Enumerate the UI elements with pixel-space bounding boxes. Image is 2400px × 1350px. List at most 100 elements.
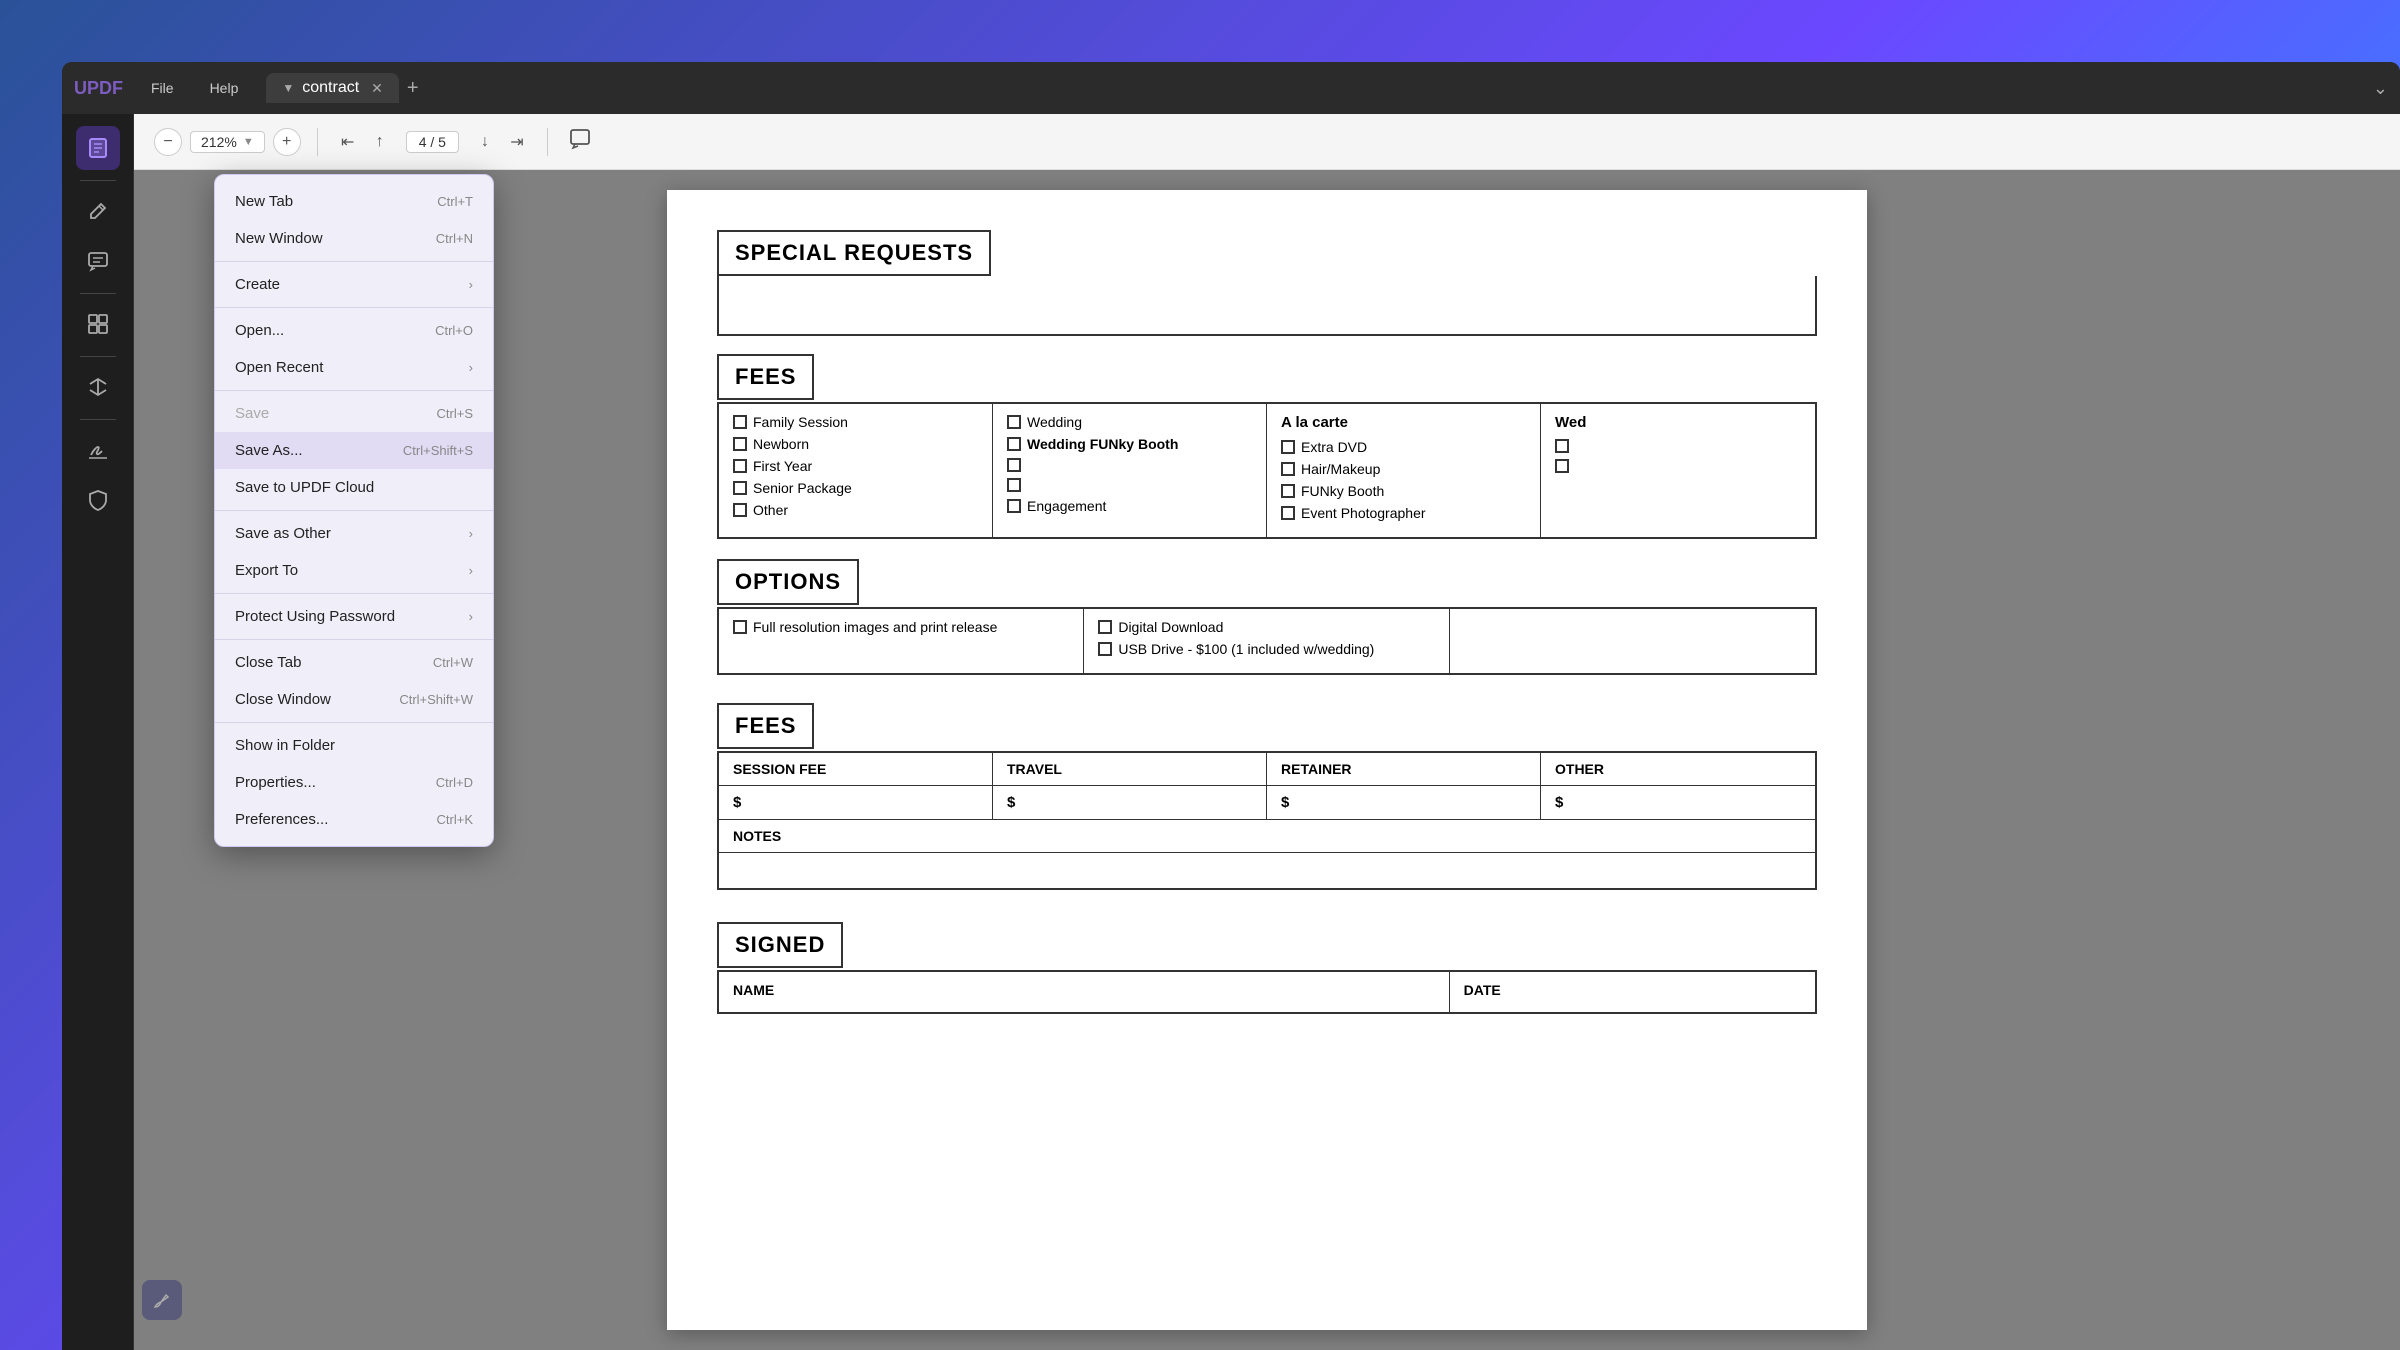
- menu-item-close-window[interactable]: Close Window Ctrl+Shift+W: [215, 681, 493, 718]
- nav-first-button[interactable]: ⇤: [334, 128, 362, 156]
- file-menu-button[interactable]: File: [135, 74, 190, 102]
- zoom-display[interactable]: 212% ▼: [190, 131, 265, 153]
- menu-item-protect-password[interactable]: Protect Using Password ›: [215, 598, 493, 635]
- menu-item-new-tab[interactable]: New Tab Ctrl+T: [215, 183, 493, 220]
- zoom-out-button[interactable]: −: [154, 128, 182, 156]
- funky-booth-label: FUNky Booth: [1301, 483, 1384, 499]
- checkbox-senior[interactable]: [733, 481, 747, 495]
- comment-button[interactable]: [564, 126, 596, 158]
- menu-shortcut: Ctrl+O: [435, 323, 473, 338]
- fees-header-session: SESSION FEE: [719, 753, 993, 785]
- menu-item-show-in-folder[interactable]: Show in Folder: [215, 727, 493, 764]
- page-separator: /: [430, 134, 438, 150]
- menu-item-label: Export To: [235, 562, 298, 579]
- check-label: Extra DVD: [1301, 439, 1367, 455]
- signed-name-cell: NAME: [719, 972, 1450, 1012]
- check-row: USB Drive - $100 (1 included w/wedding): [1098, 641, 1434, 657]
- checkbox-full-res[interactable]: [733, 620, 747, 634]
- menu-item-create[interactable]: Create ›: [215, 266, 493, 303]
- check-label: USB Drive - $100 (1 included w/wedding): [1118, 641, 1374, 657]
- sidebar-icon-convert[interactable]: [76, 365, 120, 409]
- nav-last-button[interactable]: ⇥: [503, 128, 531, 156]
- checkbox-wed1[interactable]: [1555, 439, 1569, 453]
- check-row: Wedding: [1007, 414, 1252, 430]
- signed-grid: NAME DATE: [717, 970, 1817, 1014]
- chevron-right-icon: ›: [469, 563, 473, 578]
- menu-item-save-as[interactable]: Save As... Ctrl+Shift+S: [215, 432, 493, 469]
- fees-value-row: $ $ $ $: [719, 786, 1815, 820]
- checkbox-hair[interactable]: [1281, 462, 1295, 476]
- check-label: First Year: [753, 458, 812, 474]
- fees-header-other: OTHER: [1541, 753, 1815, 785]
- add-tab-button[interactable]: +: [407, 77, 419, 100]
- checkbox-wedding-funky[interactable]: [1007, 437, 1021, 451]
- sidebar-divider: [80, 419, 116, 420]
- menu-divider: [215, 593, 493, 594]
- menu-divider: [215, 390, 493, 391]
- checkbox-first-year[interactable]: [733, 459, 747, 473]
- fees-bottom-grid: SESSION FEE TRAVEL RETAINER OTHER $ $ $ …: [717, 751, 1817, 890]
- fees-value-session: $: [719, 786, 993, 819]
- checkbox-other[interactable]: [733, 503, 747, 517]
- checkbox-event-photo[interactable]: [1281, 506, 1295, 520]
- menu-item-preferences[interactable]: Preferences... Ctrl+K: [215, 801, 493, 838]
- menu-item-new-window[interactable]: New Window Ctrl+N: [215, 220, 493, 257]
- help-menu-button[interactable]: Help: [194, 74, 255, 102]
- sidebar-icon-organize[interactable]: [76, 302, 120, 346]
- menu-item-label: Open Recent: [235, 359, 323, 376]
- sidebar-icon-protect[interactable]: [76, 478, 120, 522]
- checkbox-blank2[interactable]: [1007, 478, 1021, 492]
- menu-item-properties[interactable]: Properties... Ctrl+D: [215, 764, 493, 801]
- brush-icon[interactable]: [142, 1280, 182, 1320]
- nav-next-button[interactable]: ↓: [471, 128, 499, 156]
- menu-shortcut: Ctrl+Shift+S: [403, 443, 473, 458]
- tab-close-button[interactable]: ✕: [371, 80, 383, 97]
- fees-col-1: Family Session Newborn First Year: [719, 404, 993, 537]
- check-row: [1555, 439, 1801, 453]
- menu-item-save[interactable]: Save Ctrl+S: [215, 395, 493, 432]
- sidebar-icon-edit[interactable]: [76, 189, 120, 233]
- zoom-in-button[interactable]: +: [273, 128, 301, 156]
- menu-item-save-as-other[interactable]: Save as Other ›: [215, 515, 493, 552]
- menu-item-export-to[interactable]: Export To ›: [215, 552, 493, 589]
- check-row: Wedding FUNky Booth: [1007, 436, 1252, 452]
- checkbox-funky-booth[interactable]: [1281, 484, 1295, 498]
- menu-item-label: New Window: [235, 230, 323, 247]
- checkbox-engagement[interactable]: [1007, 499, 1021, 513]
- checkbox-usb[interactable]: [1098, 642, 1112, 656]
- checkbox-wedding[interactable]: [1007, 415, 1021, 429]
- fees-col-4: Wed: [1541, 404, 1815, 537]
- sidebar-icon-comment[interactable]: [76, 239, 120, 283]
- sidebar-icon-reader[interactable]: [76, 126, 120, 170]
- checkbox-family[interactable]: [733, 415, 747, 429]
- menu-item-open[interactable]: Open... Ctrl+O: [215, 312, 493, 349]
- check-label: Senior Package: [753, 480, 852, 496]
- menu-item-open-recent[interactable]: Open Recent ›: [215, 349, 493, 386]
- check-row: Hair/Makeup: [1281, 461, 1526, 477]
- sidebar-icon-sign[interactable]: [76, 428, 120, 472]
- nav-prev-button[interactable]: ↑: [366, 128, 394, 156]
- menu-item-label: Create: [235, 276, 280, 293]
- checkbox-newborn[interactable]: [733, 437, 747, 451]
- checkbox-dvd[interactable]: [1281, 440, 1295, 454]
- fees-value-other: $: [1541, 786, 1815, 819]
- chevron-right-icon: ›: [469, 526, 473, 541]
- checkbox-blank1[interactable]: [1007, 458, 1021, 472]
- check-row: Event Photographer: [1281, 505, 1526, 521]
- fees-title: FEES: [717, 354, 814, 400]
- menu-divider: [215, 261, 493, 262]
- zoom-dropdown-arrow: ▼: [243, 136, 254, 148]
- menu-item-label: Properties...: [235, 774, 316, 791]
- menu-item-label: Save to UPDF Cloud: [235, 479, 374, 496]
- menu-item-save-to-cloud[interactable]: Save to UPDF Cloud: [215, 469, 493, 506]
- check-label: Other: [753, 502, 788, 518]
- menu-item-label: Save: [235, 405, 269, 422]
- active-tab[interactable]: ▼ contract ✕: [266, 73, 399, 103]
- fees-value-retainer: $: [1267, 786, 1541, 819]
- checkbox-wed2[interactable]: [1555, 459, 1569, 473]
- menu-item-label: Protect Using Password: [235, 608, 395, 625]
- menu-item-label: Show in Folder: [235, 737, 335, 754]
- menu-item-close-tab[interactable]: Close Tab Ctrl+W: [215, 644, 493, 681]
- check-label: Full resolution images and print release: [753, 619, 997, 635]
- checkbox-digital-dl[interactable]: [1098, 620, 1112, 634]
